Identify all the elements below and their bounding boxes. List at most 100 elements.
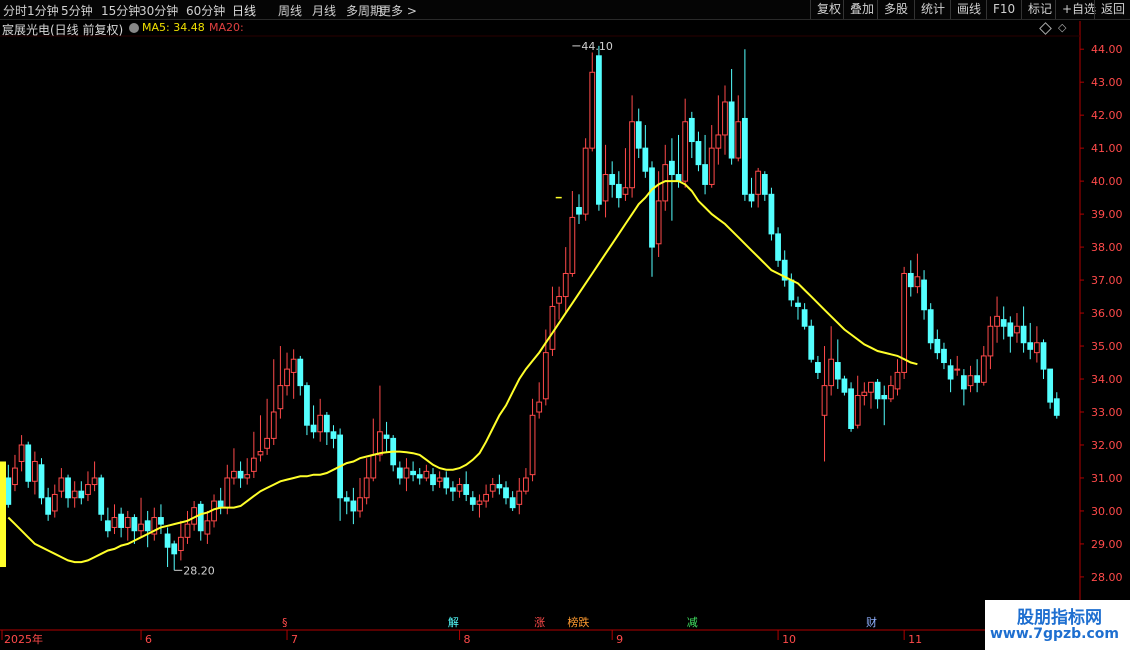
toolbar-button-3[interactable]: 统计 [914, 0, 951, 19]
candle-body [284, 368, 290, 387]
ma20-label: MA20: [209, 21, 244, 34]
candle-body [476, 500, 483, 505]
candle-body [463, 484, 470, 495]
y-tick-label: 44.00 [1091, 43, 1123, 56]
toolbar-button-2[interactable]: 多股 [877, 0, 914, 19]
candle-body [602, 174, 609, 202]
candle-body [589, 71, 596, 149]
ma5-label: MA5: 34.48 [142, 21, 205, 34]
y-tick-label: 30.00 [1091, 505, 1123, 518]
candle-body [244, 474, 251, 479]
candle-body [768, 193, 775, 235]
chart-title: 宸展光电(日线 前复权) [2, 23, 124, 37]
candle-body [874, 381, 881, 400]
y-tick-label: 38.00 [1091, 241, 1123, 254]
candle-body [954, 368, 961, 371]
candle-body [814, 362, 821, 373]
candle-body [708, 147, 715, 185]
y-tick-label: 42.00 [1091, 109, 1123, 122]
candle-body [297, 358, 304, 387]
period-tab-6[interactable]: 日线 [232, 2, 256, 19]
candle-body [25, 444, 32, 482]
candle-body [12, 467, 18, 486]
candle-body [941, 348, 947, 364]
candle-body [184, 523, 191, 538]
candle-body [310, 424, 317, 433]
candle-body [450, 487, 456, 492]
period-tab-1[interactable]: 1分钟 [27, 2, 59, 19]
candlestick-chart[interactable]: 28.00 29.00 30.00 31.00 32.00 33.00 34.00 35.00… [0, 0, 1130, 650]
month-label: 10 [782, 633, 796, 646]
period-tab-7[interactable]: 周线 [278, 2, 302, 19]
period-tab-0[interactable]: 分时 [3, 2, 27, 19]
left-price-marker [0, 461, 6, 568]
toolbar-button-1[interactable]: 叠加 [843, 0, 880, 19]
candle-body [788, 279, 795, 301]
candle-body [98, 477, 105, 515]
candle-body [841, 378, 848, 393]
collapse-icon[interactable]: ◇ [1058, 21, 1066, 34]
candle-body [834, 362, 841, 380]
candle-body [576, 207, 582, 215]
period-tab-4[interactable]: 30分钟 [139, 2, 178, 19]
candle-body [960, 375, 967, 390]
annotation-high: 44.10 [581, 40, 613, 53]
month-label: 7 [291, 633, 298, 646]
candle-body [1047, 368, 1054, 403]
period-tab-2[interactable]: 5分钟 [61, 2, 93, 19]
candle-body [131, 517, 138, 532]
period-tab-10[interactable]: 更多 > [379, 2, 417, 19]
candle-body [370, 454, 377, 479]
candle-body [443, 477, 450, 489]
candle-body [350, 500, 357, 512]
period-tab-3[interactable]: 15分钟 [101, 2, 140, 19]
y-tick-label: 36.00 [1091, 307, 1123, 320]
candle-body [529, 414, 536, 476]
y-tick-label: 39.00 [1091, 208, 1123, 221]
candle-body [250, 457, 257, 472]
candle-body [171, 543, 178, 555]
candle-body [483, 493, 489, 502]
candle-body [78, 490, 85, 499]
candle-body [277, 385, 284, 410]
candle-body [735, 121, 742, 159]
candle-body [801, 309, 808, 327]
y-tick-label: 34.00 [1091, 373, 1123, 386]
candle-body [1027, 342, 1034, 350]
toolbar-button-8[interactable]: 返回 [1094, 0, 1130, 19]
candle-body [596, 55, 602, 205]
candle-body [496, 484, 503, 489]
candle-body [715, 134, 722, 149]
candle-body [124, 517, 131, 528]
settings-icon[interactable] [129, 23, 139, 33]
toolbar-button-4[interactable]: 画线 [950, 0, 987, 19]
month-label: 6 [145, 633, 152, 646]
candle-body [1020, 325, 1027, 344]
candle-body [257, 451, 264, 456]
period-tab-5[interactable]: 60分钟 [186, 2, 225, 19]
toolbar-button-6[interactable]: 标记 [1021, 0, 1058, 19]
event-marker: 解 [448, 615, 459, 629]
toolbar-button-0[interactable]: 复权 [810, 0, 847, 19]
candle-body [430, 474, 436, 486]
candle-body [821, 385, 828, 416]
y-tick-label: 41.00 [1091, 142, 1123, 155]
event-marker: § [282, 616, 288, 629]
candle-body [489, 484, 496, 492]
candle-body [304, 385, 310, 426]
candle-body [416, 474, 423, 479]
period-tab-9[interactable]: 多周期 [346, 2, 382, 19]
candle-body [755, 170, 762, 195]
candle-body [363, 477, 370, 499]
ma20-line [7, 180, 918, 564]
candle-body [1040, 342, 1047, 370]
period-tab-8[interactable]: 月线 [312, 2, 336, 19]
candle-body [861, 391, 868, 397]
candle-body [795, 302, 801, 307]
candle-body [642, 147, 649, 172]
candle-body [907, 272, 914, 288]
toolbar-button-5[interactable]: F10 [986, 0, 1021, 19]
candle-body [423, 470, 430, 479]
candle-body [158, 517, 164, 525]
candle-body [1007, 322, 1014, 337]
